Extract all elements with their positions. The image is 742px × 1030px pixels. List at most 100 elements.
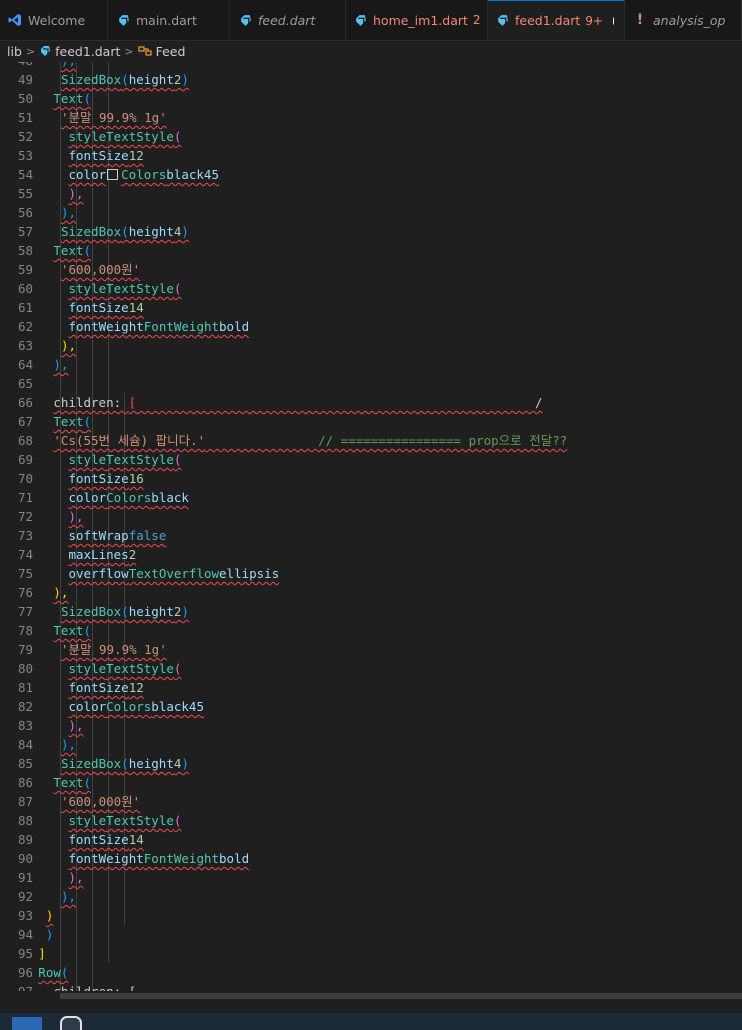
code-line[interactable]: 90 fontWeightFontWeightbold <box>0 849 742 868</box>
horizontal-scrollbar[interactable] <box>0 991 742 1001</box>
code-token: ( <box>83 775 92 790</box>
line-number: 77 <box>17 604 33 619</box>
code-text: ), <box>69 868 84 887</box>
code-token: ( <box>173 281 182 296</box>
code-line[interactable]: 95] <box>0 944 742 963</box>
code-line[interactable]: 77 SizedBox(height2) <box>0 602 742 621</box>
code-line[interactable]: 61 fontSize14 <box>0 298 742 317</box>
code-token: fontSize <box>68 300 129 315</box>
taskbar <box>0 1013 742 1030</box>
problem-count-badge: 9+ <box>585 13 603 28</box>
code-token: style <box>68 452 107 467</box>
chevron-right-icon: > <box>25 44 36 58</box>
code-line[interactable]: 70 fontSize16 <box>0 469 742 488</box>
code-text: fontWeightFontWeightbold <box>69 317 250 336</box>
code-line[interactable]: 71 colorColorsblack <box>0 488 742 507</box>
code-line[interactable]: 60 styleTextStyle( <box>0 279 742 298</box>
code-line[interactable]: 83), <box>0 716 742 735</box>
code-line[interactable]: 80 styleTextStyle( <box>0 659 742 678</box>
code-line[interactable]: 88 styleTextStyle( <box>0 811 742 830</box>
code-line[interactable]: 59 '600,000원' <box>0 260 742 279</box>
code-line[interactable]: 94) <box>0 925 742 944</box>
dart-icon <box>39 45 51 57</box>
code-token: black <box>151 490 189 505</box>
code-line[interactable]: 63), <box>0 336 742 355</box>
code-line[interactable]: 55), <box>0 184 742 203</box>
code-line[interactable]: 93) <box>0 906 742 925</box>
chevron-right-icon: > <box>124 44 134 58</box>
tab-home-im1-dart[interactable]: home_im1.dart 2 <box>346 0 488 40</box>
code-line[interactable]: 54 color Colorsblack45 <box>0 165 742 184</box>
code-line[interactable]: 57 SizedBox(height4) <box>0 222 742 241</box>
code-line[interactable]: 86 Text( <box>0 773 742 792</box>
code-line[interactable]: 75 overflowTextOverflowellipsis <box>0 564 742 583</box>
code-line[interactable]: 97 children: [ <box>0 982 742 991</box>
code-token: Colors <box>106 699 152 714</box>
code-token: ), <box>68 509 84 524</box>
taskbar-app-icon[interactable] <box>60 1016 82 1030</box>
code-line[interactable]: 84), <box>0 735 742 754</box>
scrollbar-thumb[interactable] <box>60 993 742 999</box>
code-text: ), <box>69 716 84 735</box>
code-line[interactable]: 66 children: [ / <box>0 393 742 412</box>
line-number: 67 <box>17 414 33 429</box>
code-line[interactable]: 91), <box>0 868 742 887</box>
tab-feed-dart[interactable]: feed.dart <box>230 0 346 40</box>
color-swatch-icon[interactable] <box>107 169 119 180</box>
tab-main-dart[interactable]: main.dart <box>108 0 230 40</box>
code-line[interactable]: 62 fontWeightFontWeightbold <box>0 317 742 336</box>
tab-welcome[interactable]: Welcome <box>0 0 108 40</box>
code-token: '분말 99.9% 1g' <box>60 110 167 125</box>
code-line[interactable]: 96 Row( <box>0 963 742 982</box>
tab-label: analysis_op <box>653 12 726 28</box>
code-line[interactable]: 74 maxLines2 <box>0 545 742 564</box>
code-token: Colors <box>106 490 152 505</box>
code-line[interactable]: 49 SizedBox(height2) <box>0 70 742 89</box>
code-line[interactable]: 81 fontSize12 <box>0 678 742 697</box>
tab-analysis-op[interactable]: ! analysis_op <box>625 0 742 40</box>
code-line[interactable]: 87 '600,000원' <box>0 792 742 811</box>
code-line[interactable]: 82 colorColorsblack45 <box>0 697 742 716</box>
code-text: maxLines2 <box>69 545 137 564</box>
start-button[interactable] <box>12 1017 42 1030</box>
code-text: styleTextStyle( <box>69 659 182 678</box>
code-line[interactable]: 58 Text( <box>0 241 742 260</box>
tab-feed1-dart[interactable]: feed1.dart 9+ <box>488 0 625 40</box>
code-line[interactable]: 89 fontSize14 <box>0 830 742 849</box>
line-number: 83 <box>17 718 33 733</box>
code-line[interactable]: 79 '분말 99.9% 1g' <box>0 640 742 659</box>
code-token: 14 <box>128 300 144 315</box>
code-line[interactable]: 52 styleTextStyle( <box>0 127 742 146</box>
breadcrumb-folder[interactable]: lib <box>7 44 22 59</box>
code-line[interactable]: 76), <box>0 583 742 602</box>
code-text: ) <box>46 925 54 944</box>
code-line[interactable]: 51 '분말 99.9% 1g' <box>0 108 742 127</box>
code-line[interactable]: 73 softWrapfalse <box>0 526 742 545</box>
line-number: 57 <box>17 224 33 239</box>
code-line[interactable]: 65 <box>0 374 742 393</box>
code-line[interactable]: 72), <box>0 507 742 526</box>
unsaved-dot-icon[interactable] <box>612 16 614 25</box>
code-editor[interactable]: 48),49SizedBox(height2)50Text(51'분말 99.9… <box>0 62 742 991</box>
code-token: 16 <box>128 471 144 486</box>
breadcrumb-file[interactable]: feed1.dart <box>55 44 120 59</box>
code-line[interactable]: 78 Text( <box>0 621 742 640</box>
code-text: ), <box>69 507 84 526</box>
code-token: FontWeight <box>143 319 220 334</box>
code-line[interactable]: 48), <box>0 62 742 70</box>
code-token: SizedBox <box>60 756 122 771</box>
code-line[interactable]: 92), <box>0 887 742 906</box>
line-number: 79 <box>17 642 33 657</box>
code-token: children: <box>53 395 129 410</box>
code-text: fontSize16 <box>69 469 144 488</box>
code-line[interactable]: 68 'Cs(55번 세슘) 팝니다.' // ================ … <box>0 431 742 450</box>
code-line[interactable]: 69 styleTextStyle( <box>0 450 742 469</box>
code-line[interactable]: 53 fontSize12 <box>0 146 742 165</box>
code-line[interactable]: 64), <box>0 355 742 374</box>
code-line[interactable]: 85 SizedBox(height4) <box>0 754 742 773</box>
code-line[interactable]: 67 Text( <box>0 412 742 431</box>
code-line[interactable]: 56), <box>0 203 742 222</box>
code-text: fontSize12 <box>69 146 144 165</box>
code-line[interactable]: 50 Text( <box>0 89 742 108</box>
breadcrumb-symbol[interactable]: Feed <box>156 44 186 59</box>
